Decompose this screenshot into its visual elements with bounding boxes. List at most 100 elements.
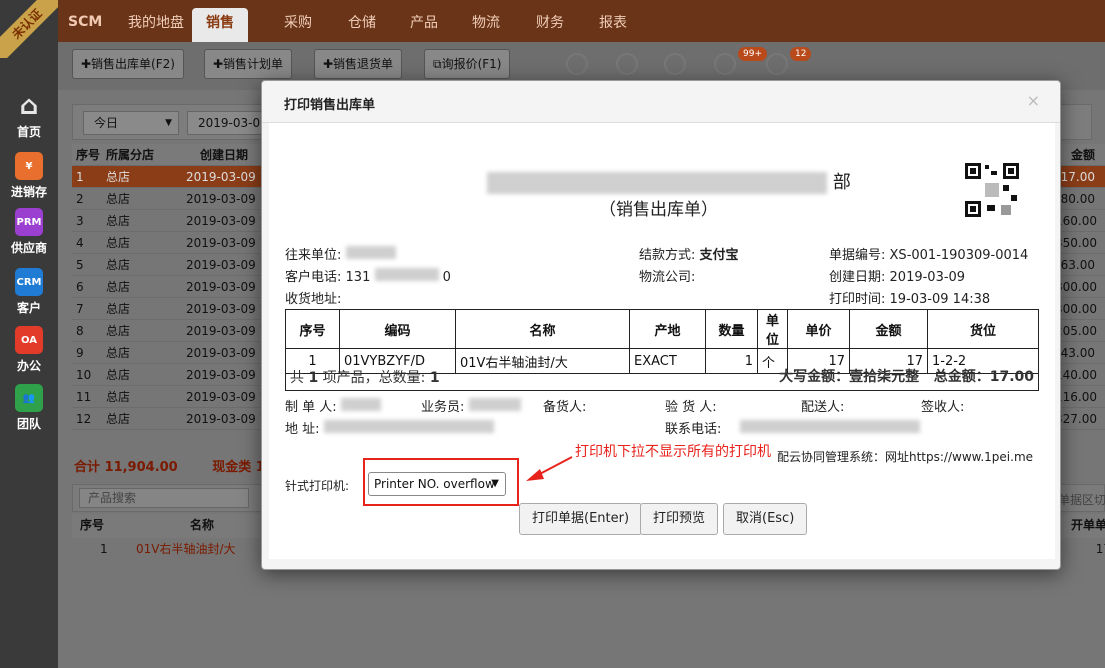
total-qty: 1 (429, 370, 440, 386)
row-no: 1 (76, 170, 84, 184)
info-circle-icon[interactable] (566, 53, 588, 75)
total-mid: 项产品，总数量: (322, 370, 426, 386)
yen-circle-icon[interactable] (714, 53, 736, 75)
system-footer: 配云协同管理系统：网址https://www.1pei.me (777, 450, 1034, 464)
forward-circle-icon[interactable] (664, 53, 686, 75)
print-dialog: 打印销售出库单 × 部 （销售出库单） 往来单位: 客户电话: 131 0 收货… (261, 80, 1061, 570)
sidebar-item-4[interactable]: OA 办公 (0, 326, 58, 374)
product-search-input[interactable]: 产品搜索 (79, 488, 249, 508)
row-amount: 300.00 (1055, 302, 1097, 316)
new-sales-return-button[interactable]: ✚销售退货单 (314, 49, 403, 79)
row-no: 2 (76, 192, 84, 206)
summary-total: 合计 11,904.00 (74, 460, 178, 475)
row-amount: 160.00 (1055, 214, 1097, 228)
detail-col-name[interactable]: 名称 (190, 514, 214, 536)
company-name: 部 (479, 168, 859, 194)
doc-area-switch[interactable]: 单据区切换 (1058, 491, 1105, 508)
nav-tab-1[interactable]: 销售 (192, 8, 248, 42)
row-amount: 43.00 (1060, 346, 1095, 360)
row-amount: 205.00 (1055, 324, 1097, 338)
sig-contact: 联系电话: (665, 418, 920, 437)
back-circle-icon[interactable] (616, 53, 638, 75)
th-no: 序号 (285, 309, 340, 349)
row-amount: 327.00 (1055, 412, 1097, 426)
row-store: 总店 (106, 214, 131, 228)
row-no: 3 (76, 214, 84, 228)
sig-address: 地 址: (285, 418, 494, 437)
delivery-address-label: 收货地址: (285, 292, 342, 307)
payment-method: 结款方式: 支付宝 (639, 244, 739, 263)
preview-button[interactable]: 打印预览 (640, 503, 719, 535)
notification-badge: 99+ (738, 47, 767, 61)
sidebar-item-2[interactable]: PRM 供应商 (0, 208, 58, 256)
nav-tab-2[interactable]: 采购 (284, 12, 312, 32)
nav-tab-0[interactable]: 我的地盘 (128, 12, 184, 32)
created-date: 创建日期: 2019-03-09 (829, 266, 965, 285)
col-header-no[interactable]: 序号 (76, 144, 100, 166)
print-time-label: 打印时间: (829, 292, 886, 307)
row-store: 总店 (106, 346, 131, 360)
new-sales-outbound-button[interactable]: ✚销售出库单(F2) (72, 49, 184, 79)
redacted-counterparty (345, 246, 396, 259)
created-label: 创建日期: (829, 270, 886, 285)
row-amount: 63.00 (1060, 258, 1095, 272)
total-amount: 大写金额：壹拾柒元整 总金额：17.00 (779, 369, 1034, 385)
prm-icon: PRM (15, 208, 43, 236)
phone-end: 0 (442, 270, 451, 285)
row-no: 8 (76, 324, 84, 338)
redacted-company (487, 172, 828, 194)
th-unit: 单位 (757, 309, 788, 349)
sidebar-item-0[interactable]: ⌂ 首页 (0, 91, 58, 140)
sig-maker: 制 单 人: (285, 396, 381, 415)
row-store: 总店 (106, 390, 131, 404)
sidebar-item-5[interactable]: 👥 团队 (0, 384, 58, 432)
close-icon[interactable]: × (1027, 91, 1040, 110)
sidebar-item-1[interactable]: ¥ 进销存 (0, 152, 58, 200)
col-header-store[interactable]: 所属分店 (106, 144, 154, 166)
row-no: 9 (76, 346, 84, 360)
nav-tab-6[interactable]: 财务 (536, 12, 564, 32)
sidebar-item-label: 供应商 (10, 241, 47, 255)
sidebar-item-label: 团队 (16, 417, 41, 431)
quote-button[interactable]: ⧉询报价(F1) (424, 49, 511, 79)
cancel-button[interactable]: 取消(Esc) (723, 503, 808, 535)
col-header-date[interactable]: 创建日期 (200, 144, 248, 166)
row-store: 总店 (106, 324, 131, 338)
oa-icon: OA (15, 326, 43, 354)
product-table-header: 序号 编码 名称 产地 数量 单位 单价 金额 货位 (285, 309, 1039, 349)
trash-circle-icon[interactable] (766, 53, 788, 75)
created-value: 2019-03-09 (889, 270, 966, 285)
summary-bar: 合计 11,904.00 现金类 1 (74, 456, 265, 475)
detail-row-no: 1 (100, 542, 108, 556)
nav-tab-4[interactable]: 产品 (410, 12, 438, 32)
row-no: 11 (76, 390, 92, 404)
sidebar-item-3[interactable]: CRM 客户 (0, 268, 58, 316)
nav-tab-3[interactable]: 仓储 (348, 12, 376, 32)
print-button[interactable]: 打印单据(Enter) (519, 503, 643, 535)
annotation-arrow-icon (526, 456, 573, 481)
row-store: 总店 (106, 258, 131, 272)
new-sales-plan-button[interactable]: ✚销售计划单 (204, 49, 293, 79)
doc-number-value: XS-001-190309-0014 (889, 248, 1029, 263)
nav-tab-5[interactable]: 物流 (472, 12, 500, 32)
nav-tab-7[interactable]: 报表 (599, 12, 627, 32)
detail-col-price[interactable]: 开单单价 (1071, 514, 1105, 536)
date-range-value: 今日 (94, 116, 119, 130)
date-range-select[interactable]: 今日 ▼ (83, 111, 179, 135)
verification-badge-label: 未认证 (0, 0, 58, 58)
sig-maker-label: 制 单 人: (285, 400, 337, 415)
row-store: 总店 (106, 236, 131, 250)
top-nav: SCM 我的地盘 销售 采购 仓储 产品 物流 财务 报表 (58, 0, 1105, 42)
counterparty: 往来单位: (285, 244, 396, 263)
row-amount: 350.00 (1055, 236, 1097, 250)
team-icon: 👥 (15, 384, 43, 412)
crm-icon: CRM (15, 268, 43, 296)
sig-contact-label: 联系电话: (665, 422, 722, 437)
col-header-amount[interactable]: 金额 (1055, 144, 1095, 166)
row-no: 4 (76, 236, 84, 250)
row-amount: 116.00 (1055, 390, 1097, 404)
app-logo: SCM (68, 14, 103, 30)
detail-row-price: 17 (1095, 542, 1105, 556)
row-store: 总店 (106, 192, 131, 206)
detail-col-no[interactable]: 序号 (80, 514, 104, 536)
